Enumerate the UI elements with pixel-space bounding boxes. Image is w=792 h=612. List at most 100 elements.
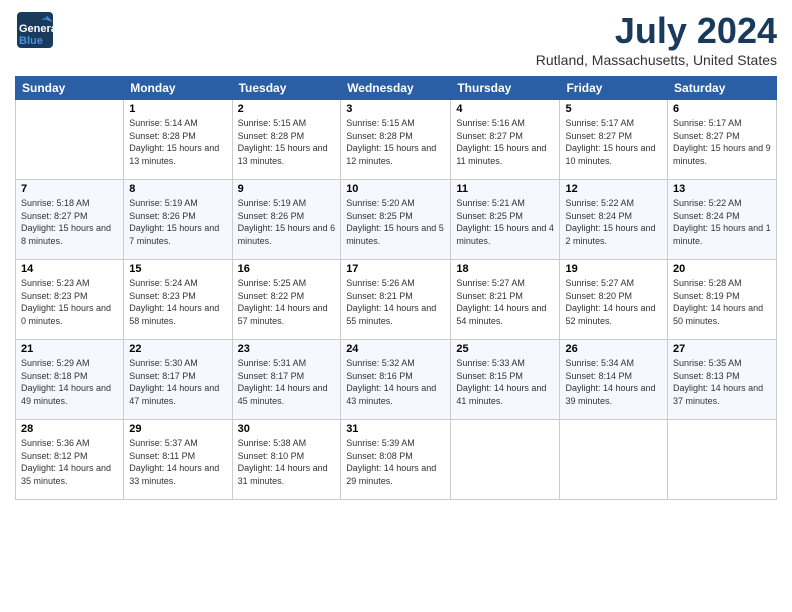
day-info: Sunrise: 5:39 AM Sunset: 8:08 PM Dayligh… <box>346 437 445 487</box>
day-info: Sunrise: 5:30 AM Sunset: 8:17 PM Dayligh… <box>129 357 226 407</box>
table-row: 6 Sunrise: 5:17 AM Sunset: 8:27 PM Daylig… <box>668 100 777 180</box>
table-row: 31 Sunrise: 5:39 AM Sunset: 8:08 PM Dayli… <box>341 420 451 500</box>
day-number: 9 <box>238 183 336 195</box>
day-number: 13 <box>673 183 771 195</box>
table-row: 14Sunrise: 5:23 AM Sunset: 8:23 PM Dayli… <box>16 260 124 340</box>
day-number: 6 <box>673 103 771 115</box>
table-row: 28 Sunrise: 5:36 AM Sunset: 8:12 PM Dayli… <box>16 420 124 500</box>
table-row: 20Sunrise: 5:28 AM Sunset: 8:19 PM Dayli… <box>668 260 777 340</box>
day-info: Sunrise: 5:37 AM Sunset: 8:11 PM Dayligh… <box>129 437 226 487</box>
day-number: 20 <box>673 263 771 275</box>
day-number: 1 <box>129 103 226 115</box>
week-row-2: 14Sunrise: 5:23 AM Sunset: 8:23 PM Dayli… <box>16 260 777 340</box>
day-info: Sunrise: 5:29 AM Sunset: 8:18 PM Dayligh… <box>21 357 118 407</box>
day-info: Sunrise: 5:38 AM Sunset: 8:10 PM Dayligh… <box>238 437 336 487</box>
day-number: 17 <box>346 263 445 275</box>
table-row <box>451 420 560 500</box>
day-number: 23 <box>238 343 336 355</box>
day-number: 7 <box>21 183 118 195</box>
table-row: 27Sunrise: 5:35 AM Sunset: 8:13 PM Dayli… <box>668 340 777 420</box>
table-row <box>16 100 124 180</box>
day-info: Sunrise: 5:34 AM Sunset: 8:14 PM Dayligh… <box>565 357 662 407</box>
week-row-0: 1Sunrise: 5:14 AM Sunset: 8:28 PM Daylig… <box>16 100 777 180</box>
day-number: 26 <box>565 343 662 355</box>
table-row: 26 Sunrise: 5:34 AM Sunset: 8:14 PM Dayli… <box>560 340 668 420</box>
table-row <box>560 420 668 500</box>
day-info: Sunrise: 5:21 AM Sunset: 8:25 PM Dayligh… <box>456 197 554 247</box>
day-number: 3 <box>346 103 445 115</box>
day-info: Sunrise: 5:17 AM Sunset: 8:27 PM Dayligh… <box>565 117 662 167</box>
day-info: Sunrise: 5:33 AM Sunset: 8:15 PM Dayligh… <box>456 357 554 407</box>
day-info: Sunrise: 5:36 AM Sunset: 8:12 PM Dayligh… <box>21 437 118 487</box>
day-info: Sunrise: 5:17 AM Sunset: 8:27 PM Dayligh… <box>673 117 771 167</box>
day-info: Sunrise: 5:19 AM Sunset: 8:26 PM Dayligh… <box>238 197 336 247</box>
table-row: 18Sunrise: 5:27 AM Sunset: 8:21 PM Dayli… <box>451 260 560 340</box>
page: General Blue July 2024 Rutland, Massachu… <box>0 0 792 612</box>
table-row: 5 Sunrise: 5:17 AM Sunset: 8:27 PM Daylig… <box>560 100 668 180</box>
day-info: Sunrise: 5:25 AM Sunset: 8:22 PM Dayligh… <box>238 277 336 327</box>
table-row: 8 Sunrise: 5:19 AM Sunset: 8:26 PM Daylig… <box>124 180 232 260</box>
day-info: Sunrise: 5:16 AM Sunset: 8:27 PM Dayligh… <box>456 117 554 167</box>
day-info: Sunrise: 5:22 AM Sunset: 8:24 PM Dayligh… <box>565 197 662 247</box>
day-info: Sunrise: 5:27 AM Sunset: 8:20 PM Dayligh… <box>565 277 662 327</box>
day-number: 2 <box>238 103 336 115</box>
header-friday: Friday <box>560 77 668 100</box>
table-row <box>668 420 777 500</box>
day-number: 11 <box>456 183 554 195</box>
table-row: 30 Sunrise: 5:38 AM Sunset: 8:10 PM Dayli… <box>232 420 341 500</box>
day-number: 22 <box>129 343 226 355</box>
day-number: 25 <box>456 343 554 355</box>
table-row: 9 Sunrise: 5:19 AM Sunset: 8:26 PM Daylig… <box>232 180 341 260</box>
header: General Blue July 2024 Rutland, Massachu… <box>15 10 777 68</box>
day-info: Sunrise: 5:31 AM Sunset: 8:17 PM Dayligh… <box>238 357 336 407</box>
day-number: 31 <box>346 423 445 435</box>
day-number: 8 <box>129 183 226 195</box>
week-row-3: 21 Sunrise: 5:29 AM Sunset: 8:18 PM Dayli… <box>16 340 777 420</box>
header-wednesday: Wednesday <box>341 77 451 100</box>
day-number: 16 <box>238 263 336 275</box>
header-tuesday: Tuesday <box>232 77 341 100</box>
day-number: 4 <box>456 103 554 115</box>
day-number: 18 <box>456 263 554 275</box>
table-row: 19 Sunrise: 5:27 AM Sunset: 8:20 PM Dayli… <box>560 260 668 340</box>
day-info: Sunrise: 5:23 AM Sunset: 8:23 PM Dayligh… <box>21 277 118 327</box>
header-monday: Monday <box>124 77 232 100</box>
day-number: 27 <box>673 343 771 355</box>
day-info: Sunrise: 5:19 AM Sunset: 8:26 PM Dayligh… <box>129 197 226 247</box>
day-number: 21 <box>21 343 118 355</box>
day-number: 15 <box>129 263 226 275</box>
day-number: 5 <box>565 103 662 115</box>
table-row: 11 Sunrise: 5:21 AM Sunset: 8:25 PM Dayli… <box>451 180 560 260</box>
location: Rutland, Massachusetts, United States <box>536 52 777 68</box>
day-number: 29 <box>129 423 226 435</box>
table-row: 22 Sunrise: 5:30 AM Sunset: 8:17 PM Dayli… <box>124 340 232 420</box>
day-info: Sunrise: 5:15 AM Sunset: 8:28 PM Dayligh… <box>238 117 336 167</box>
table-row: 25 Sunrise: 5:33 AM Sunset: 8:15 PM Dayli… <box>451 340 560 420</box>
table-row: 15 Sunrise: 5:24 AM Sunset: 8:23 PM Dayli… <box>124 260 232 340</box>
day-info: Sunrise: 5:15 AM Sunset: 8:28 PM Dayligh… <box>346 117 445 167</box>
header-saturday: Saturday <box>668 77 777 100</box>
week-row-4: 28 Sunrise: 5:36 AM Sunset: 8:12 PM Dayli… <box>16 420 777 500</box>
day-number: 10 <box>346 183 445 195</box>
table-row: 23 Sunrise: 5:31 AM Sunset: 8:17 PM Dayli… <box>232 340 341 420</box>
table-row: 1Sunrise: 5:14 AM Sunset: 8:28 PM Daylig… <box>124 100 232 180</box>
table-row: 7 Sunrise: 5:18 AM Sunset: 8:27 PM Daylig… <box>16 180 124 260</box>
table-row: 3 Sunrise: 5:15 AM Sunset: 8:28 PM Daylig… <box>341 100 451 180</box>
day-info: Sunrise: 5:18 AM Sunset: 8:27 PM Dayligh… <box>21 197 118 247</box>
day-info: Sunrise: 5:26 AM Sunset: 8:21 PM Dayligh… <box>346 277 445 327</box>
table-row: 2 Sunrise: 5:15 AM Sunset: 8:28 PM Daylig… <box>232 100 341 180</box>
table-row: 16 Sunrise: 5:25 AM Sunset: 8:22 PM Dayli… <box>232 260 341 340</box>
day-number: 24 <box>346 343 445 355</box>
day-number: 19 <box>565 263 662 275</box>
month-title: July 2024 <box>536 10 777 52</box>
title-block: July 2024 Rutland, Massachusetts, United… <box>536 10 777 68</box>
day-number: 28 <box>21 423 118 435</box>
table-row: 4 Sunrise: 5:16 AM Sunset: 8:27 PM Daylig… <box>451 100 560 180</box>
table-row: 13Sunrise: 5:22 AM Sunset: 8:24 PM Dayli… <box>668 180 777 260</box>
logo: General Blue <box>15 10 55 50</box>
week-row-1: 7 Sunrise: 5:18 AM Sunset: 8:27 PM Daylig… <box>16 180 777 260</box>
logo-icon: General Blue <box>15 10 55 50</box>
day-number: 12 <box>565 183 662 195</box>
day-info: Sunrise: 5:24 AM Sunset: 8:23 PM Dayligh… <box>129 277 226 327</box>
day-number: 30 <box>238 423 336 435</box>
